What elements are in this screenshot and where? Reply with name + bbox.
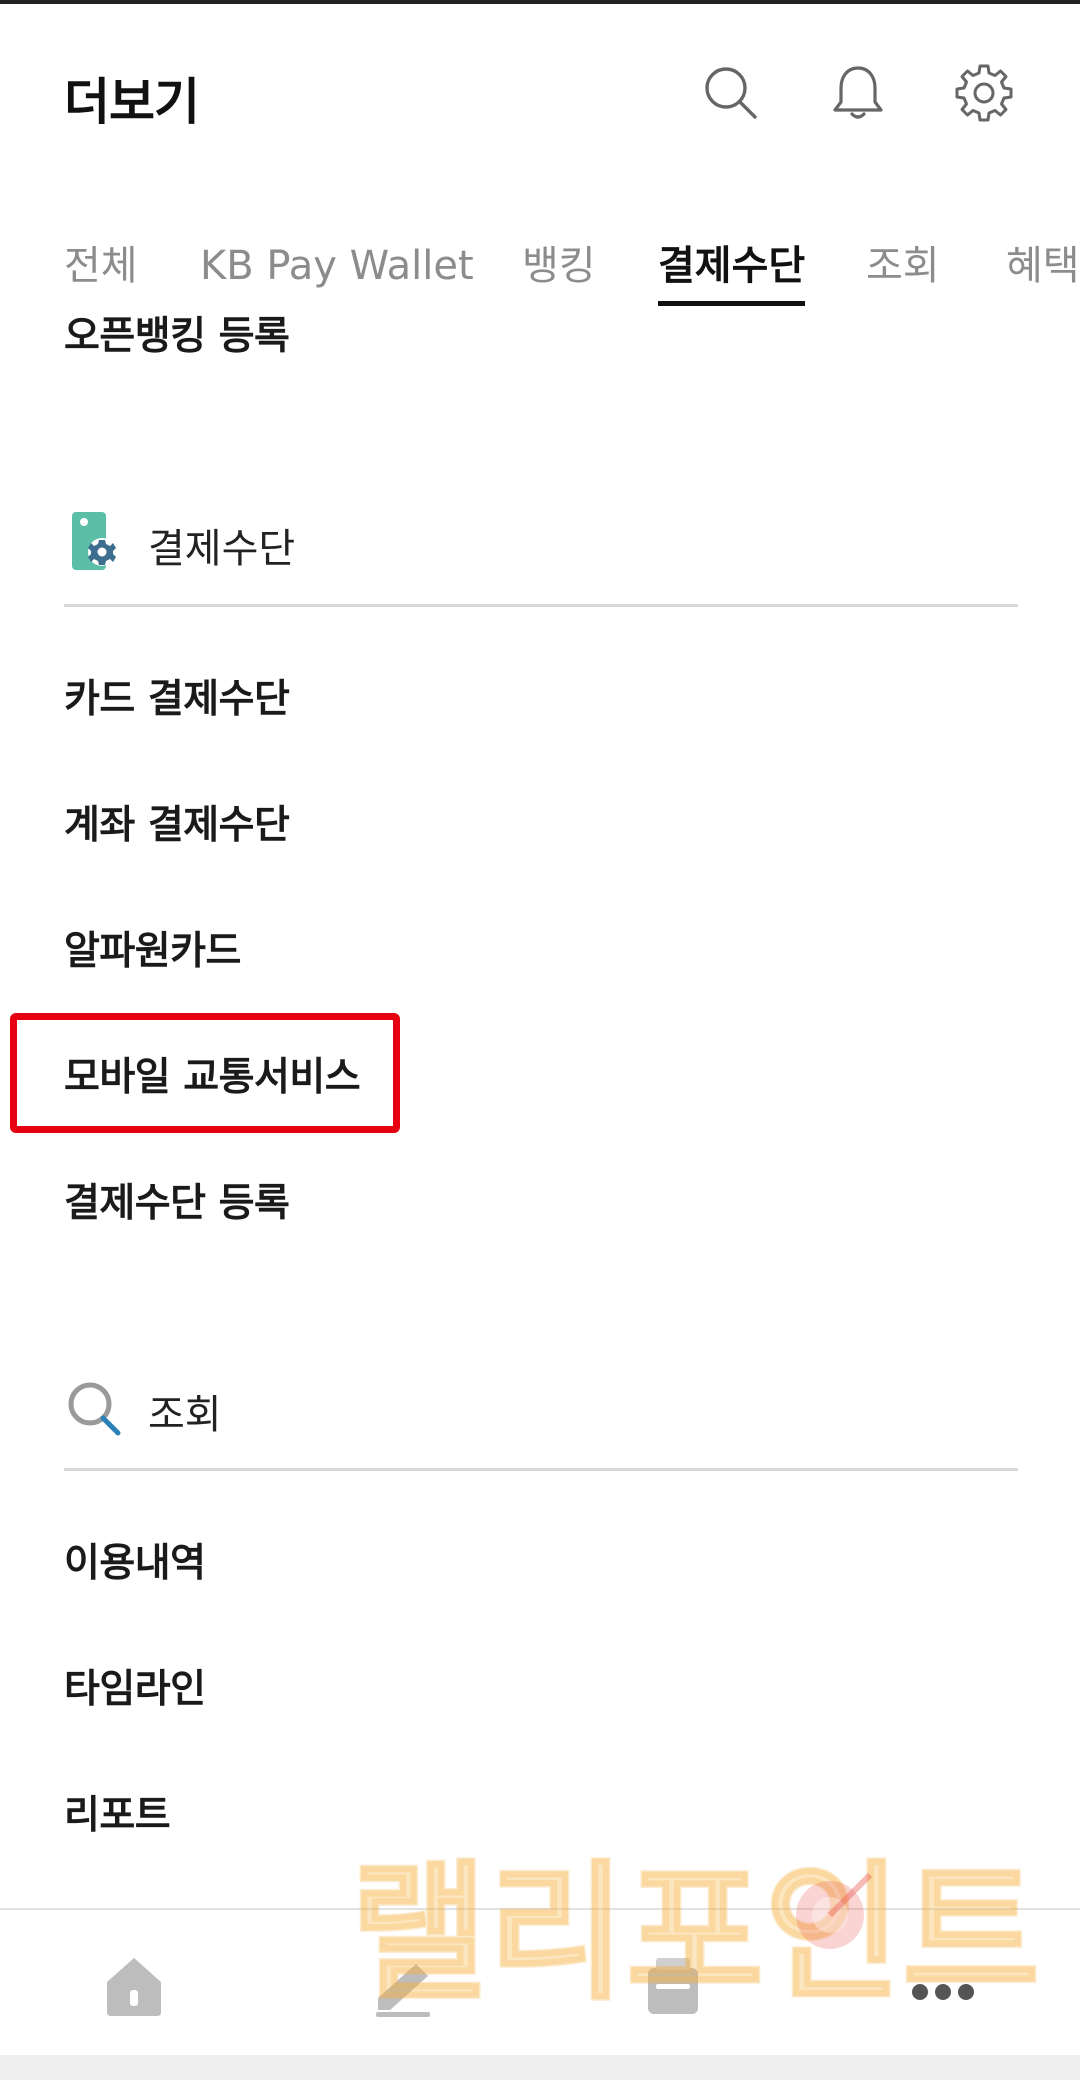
more-icon[interactable] [908,1950,978,2020]
bell-icon[interactable] [828,62,888,122]
more-page: 더보기 전체 KB Pay Wallet 뱅킹 결제수단 조회 혜택 오픈뱅킹 … [0,0,1080,2080]
menu-item-report[interactable]: 리포트 [64,1784,171,1840]
home-icon[interactable] [99,1950,169,2020]
menu-item-usage-history[interactable]: 이용내역 [64,1532,206,1588]
menu-item-timeline[interactable]: 타임라인 [64,1658,206,1714]
highlight-box [10,1013,400,1133]
section-header-inquiry: 조회 [64,1376,1018,1472]
page-title: 더보기 [64,73,200,131]
bottom-nav [0,1910,1080,2055]
search-icon[interactable] [700,62,760,122]
tab-benefits[interactable]: 혜택 [1006,238,1080,308]
menu-item-register-payment[interactable]: 결제수단 등록 [64,1172,290,1228]
system-bar [0,2055,1080,2080]
header: 더보기 [0,0,1080,190]
menu-item-alpha-one-card[interactable]: 알파원카드 [64,920,241,976]
payment-card-gear-icon [64,510,124,574]
section-divider [64,1468,1018,1471]
menu-item-account-payment[interactable]: 계좌 결제수단 [64,794,290,850]
magnifier-icon [64,1376,124,1440]
section-title-payment: 결제수단 [148,526,296,572]
tab-inquiry[interactable]: 조회 [866,238,940,308]
tab-all[interactable]: 전체 [64,238,138,308]
menu-item-card-payment[interactable]: 카드 결제수단 [64,668,290,724]
wallet-icon[interactable] [638,1950,708,2020]
tab-banking[interactable]: 뱅킹 [522,238,596,308]
gear-icon[interactable] [954,62,1014,122]
section-title-inquiry: 조회 [148,1392,222,1438]
menu-item-open-banking[interactable]: 오픈뱅킹 등록 [64,305,290,361]
tab-payment-methods[interactable]: 결제수단 [658,238,806,308]
section-divider [64,604,1018,607]
section-header-payment: 결제수단 [64,510,1018,606]
category-tabs: 전체 KB Pay Wallet 뱅킹 결제수단 조회 혜택 [0,238,1080,308]
pay-icon[interactable] [368,1950,438,2020]
tab-kb-pay-wallet[interactable]: KB Pay Wallet [200,238,474,308]
